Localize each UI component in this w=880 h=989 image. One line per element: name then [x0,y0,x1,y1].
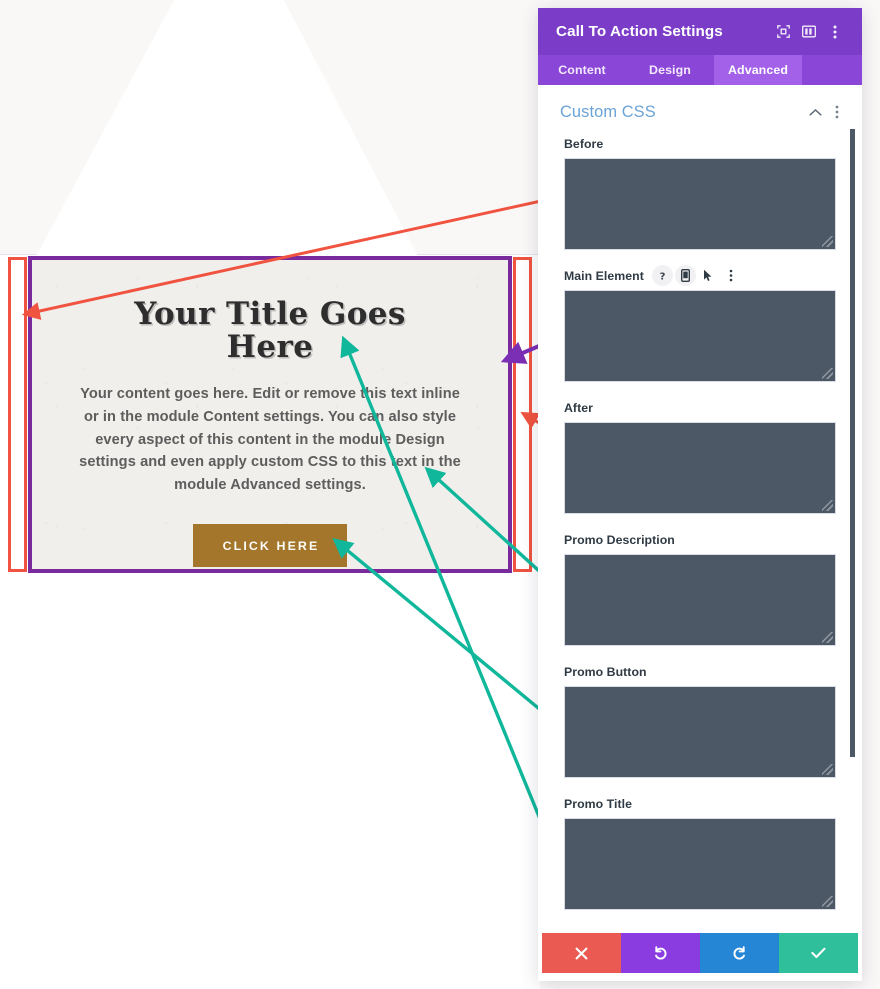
module-settings-panel: Call To Action Settings Content Design A… [538,8,862,981]
svg-text:?: ? [659,271,665,282]
call-to-action-module[interactable]: Your Title Goes Here Your content goes h… [28,256,512,573]
field-icon-group: ? [651,265,742,286]
field-label-before: Before [564,136,604,151]
textarea-promo-description[interactable] [564,554,836,646]
cta-click-here-button[interactable]: CLICK HERE [192,524,348,568]
chevron-up-icon[interactable] [804,101,826,123]
field-label-promo-title: Promo Title [564,796,632,811]
field-before: Before [564,135,836,250]
panel-tab-bar: Content Design Advanced [538,55,862,85]
textarea-before[interactable] [564,158,836,250]
panel-footer-actions [542,933,858,973]
field-after: After [564,399,836,514]
tab-design[interactable]: Design [626,55,714,85]
cancel-button[interactable] [542,933,621,973]
field-label-row: Main Element ? [564,265,836,286]
textarea-promo-button[interactable] [564,686,836,778]
panel-scrollbar-thumb[interactable] [850,129,855,757]
redo-button[interactable] [700,933,779,973]
field-promo-button: Promo Button [564,663,836,778]
field-promo-title: Promo Title [564,795,836,910]
more-vertical-icon[interactable] [822,19,848,45]
field-label-row: After [564,399,836,416]
field-label-main-element: Main Element [564,268,644,283]
field-promo-description: Promo Description [564,531,836,646]
field-label-row: Promo Title [564,795,836,812]
undo-button[interactable] [621,933,700,973]
panel-scroll-area: Custom CSS Before Main Element ? After P… [538,85,862,933]
custom-css-field-list: Before Main Element ? After Promo Descri… [538,133,862,910]
layout-columns-icon[interactable] [796,19,822,45]
background-wedge-shape [0,0,540,258]
cta-title: Your Title Goes Here [134,296,406,365]
panel-title: Call To Action Settings [556,23,723,40]
undo-arrow-icon [655,945,667,960]
close-icon [575,947,588,959]
textarea-main-element[interactable] [564,290,836,382]
tab-content[interactable]: Content [538,55,626,85]
field-more-vertical-icon[interactable] [721,265,742,286]
hover-cursor-icon[interactable] [698,265,719,286]
field-label-promo-button: Promo Button [564,664,647,679]
panel-header: Call To Action Settings [538,8,862,55]
field-label-row: Before [564,135,836,152]
textarea-after[interactable] [564,422,836,514]
panel-scrollbar-track[interactable] [850,85,859,933]
section-title: Custom CSS [560,102,656,121]
textarea-promo-title[interactable] [564,818,836,910]
section-more-vertical-icon[interactable] [826,101,848,123]
save-button[interactable] [779,933,858,973]
field-label-row: Promo Button [564,663,836,680]
focus-frame-icon[interactable] [770,19,796,45]
field-label-row: Promo Description [564,531,836,548]
custom-css-section-header[interactable]: Custom CSS [538,85,862,133]
field-label-promo-description: Promo Description [564,532,675,547]
tab-advanced[interactable]: Advanced [714,55,802,85]
help-icon[interactable]: ? [651,265,673,286]
field-main-element: Main Element ? [564,265,836,382]
responsive-device-icon[interactable] [674,265,696,286]
field-label-after: After [564,400,593,415]
cta-body-text: Your content goes here. Edit or remove t… [79,385,461,494]
check-icon [811,947,826,959]
redo-arrow-icon [733,945,745,960]
